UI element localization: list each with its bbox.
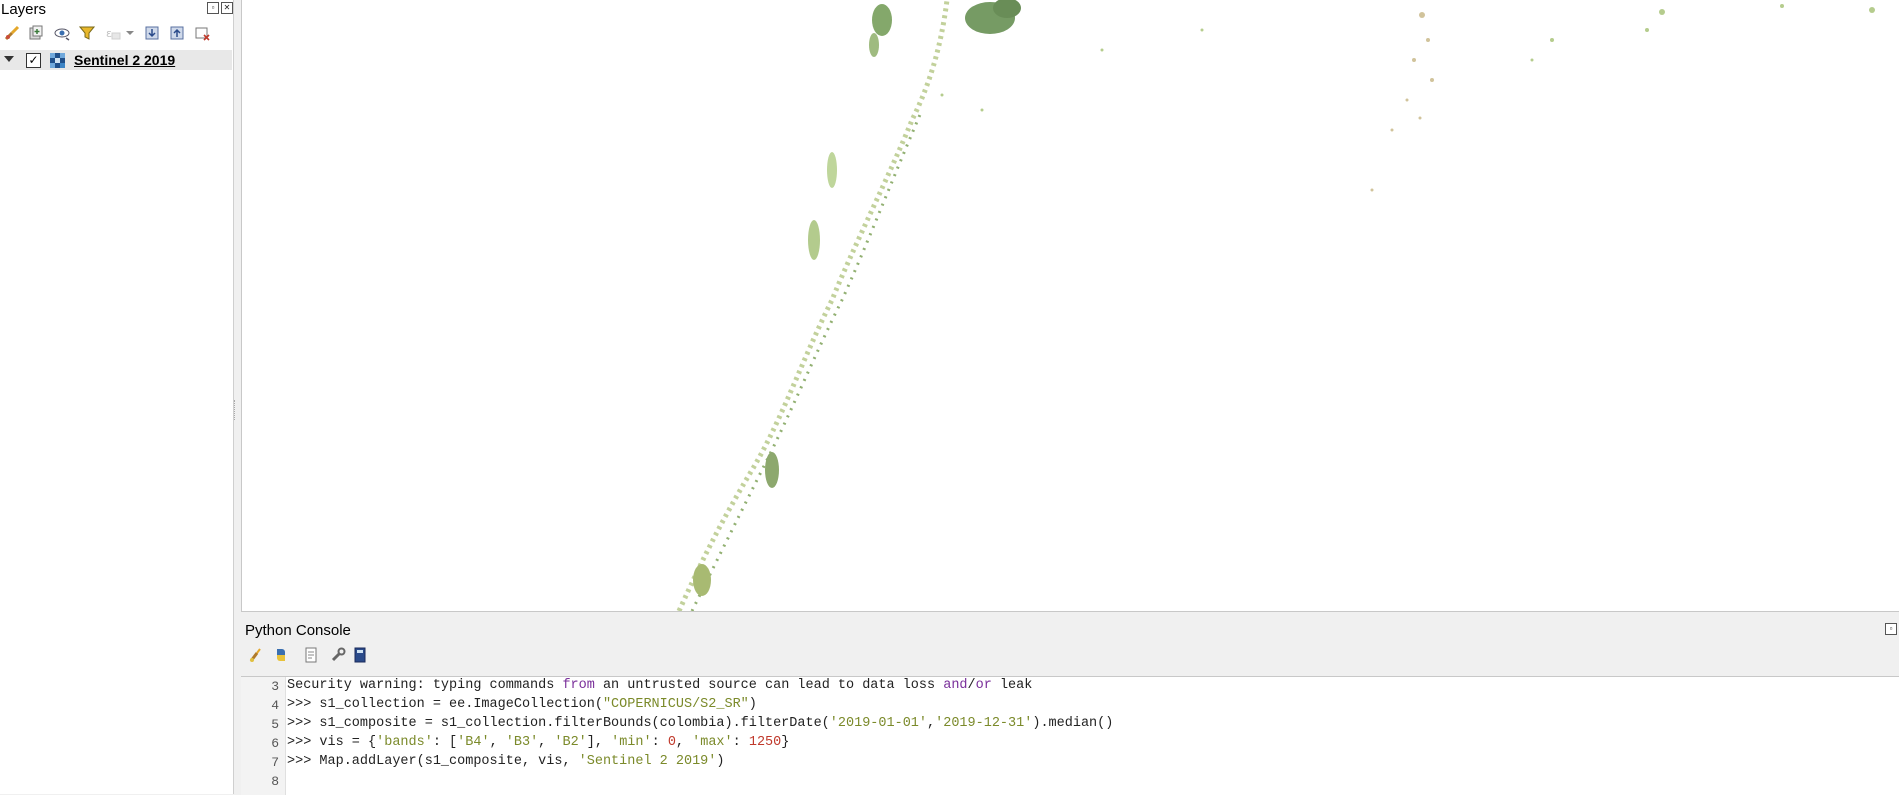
- show-editor-icon[interactable]: [302, 646, 320, 664]
- svg-text:ε: ε: [106, 27, 112, 40]
- clear-console-icon[interactable]: [247, 646, 265, 664]
- line-number-gutter: 3 4 5 6 7 8: [241, 677, 286, 795]
- filter-expression-icon[interactable]: ε: [104, 24, 122, 42]
- expand-arrow-icon[interactable]: [4, 56, 14, 62]
- line-number: 3: [271, 679, 279, 694]
- python-console-panel: Python Console ▫ 3 4 5 6 7 8 Security wa…: [241, 612, 1899, 795]
- line-number: 4: [271, 698, 279, 713]
- console-line: >>> Map.addLayer(s1_composite, vis, 'Sen…: [287, 754, 725, 769]
- expand-all-icon[interactable]: [143, 24, 161, 42]
- raster-layer-icon: [50, 53, 65, 68]
- console-title: Python Console: [245, 622, 351, 639]
- options-icon[interactable]: [329, 646, 347, 664]
- run-command-icon[interactable]: [272, 646, 290, 664]
- layer-visibility-checkbox[interactable]: ✓: [26, 53, 41, 68]
- console-line: >>> s1_collection = ee.ImageCollection("…: [287, 697, 757, 712]
- layers-panel-title: Layers: [1, 1, 47, 18]
- console-line-security-warning: Security warning: typing commands from a…: [287, 678, 1033, 693]
- layers-panel: Layers ▫ ✕ ε ✓ Sentinel 2 2019: [0, 0, 234, 794]
- help-icon[interactable]: [351, 646, 369, 664]
- console-toolbar: [241, 642, 641, 668]
- collapse-all-icon[interactable]: [168, 24, 186, 42]
- filter-legend-icon[interactable]: [78, 24, 96, 42]
- raster-render: [676, 0, 1875, 611]
- console-line: >>> s1_composite = s1_collection.filterB…: [287, 716, 1114, 731]
- remove-layer-icon[interactable]: [193, 24, 211, 42]
- console-line: >>> vis = {'bands': ['B4', 'B3', 'B2'], …: [287, 735, 790, 750]
- chevron-down-icon[interactable]: [124, 24, 136, 42]
- style-manager-icon[interactable]: [3, 24, 21, 42]
- add-group-icon[interactable]: [27, 24, 45, 42]
- map-canvas[interactable]: [241, 0, 1899, 612]
- console-editor[interactable]: 3 4 5 6 7 8 Security warning: typing com…: [241, 676, 1899, 795]
- layer-tree-item[interactable]: ✓ Sentinel 2 2019: [0, 50, 232, 70]
- line-number: 5: [271, 717, 279, 732]
- line-number: 7: [271, 755, 279, 770]
- layer-name-label[interactable]: Sentinel 2 2019: [74, 52, 175, 68]
- float-panel-icon[interactable]: ▫: [207, 2, 219, 14]
- panel-splitter[interactable]: [234, 400, 238, 420]
- layers-toolbar: ε: [0, 20, 233, 46]
- manage-visibility-icon[interactable]: [53, 24, 71, 42]
- line-number: 6: [271, 736, 279, 751]
- line-number: 8: [271, 774, 279, 789]
- float-console-icon[interactable]: ▫: [1885, 623, 1897, 635]
- close-panel-icon[interactable]: ✕: [221, 2, 233, 14]
